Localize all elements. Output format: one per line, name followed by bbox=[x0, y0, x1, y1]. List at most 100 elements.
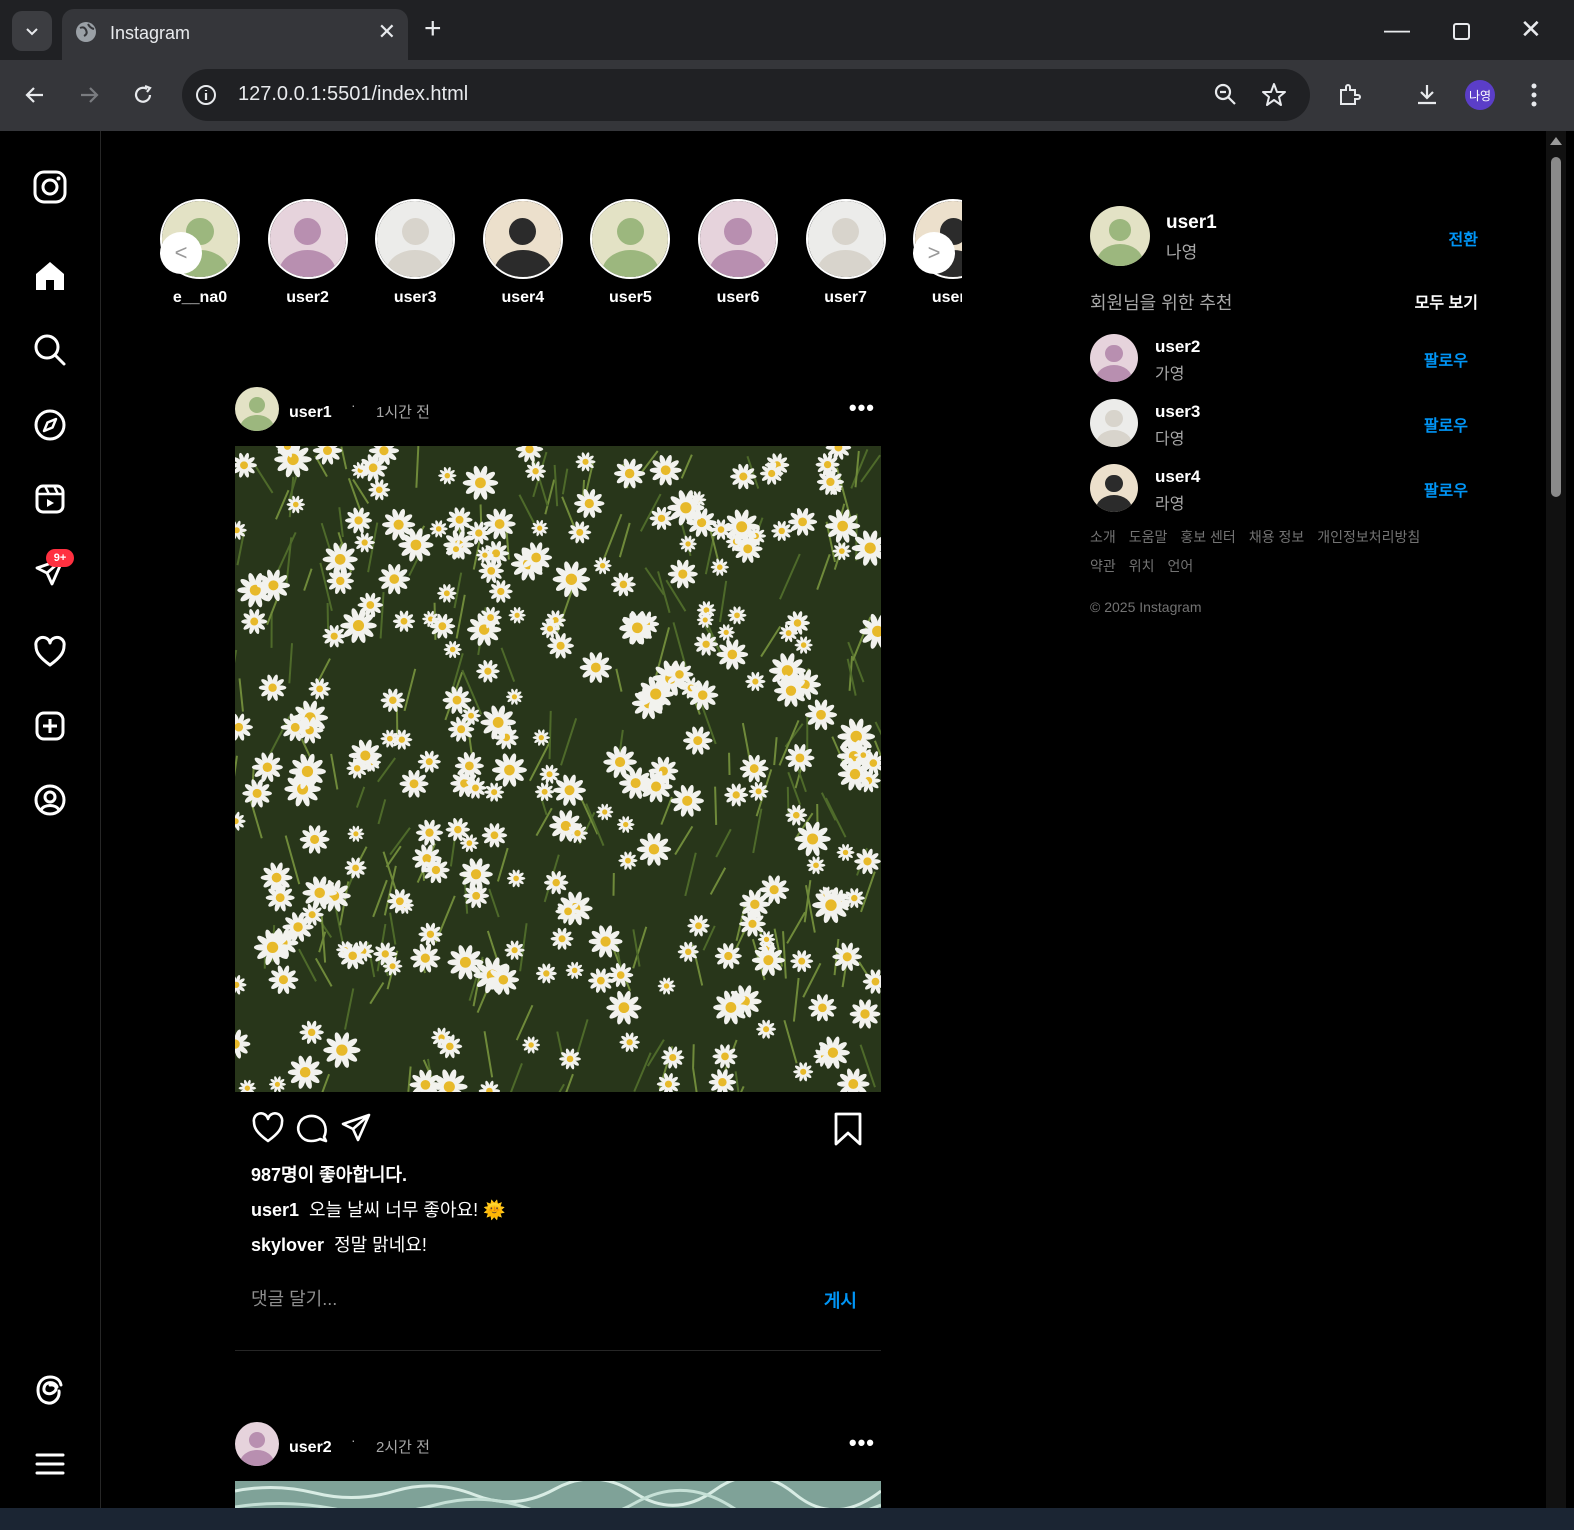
tab-search-button[interactable] bbox=[12, 11, 52, 51]
suggestions-header: 회원님을 위한 추천 모두 보기 bbox=[1090, 289, 1480, 313]
footer-link[interactable]: 개인정보처리방침 bbox=[1317, 529, 1420, 545]
minimize-icon[interactable]: — bbox=[1384, 14, 1410, 44]
follow-button[interactable]: 팔로우 bbox=[1424, 477, 1468, 501]
share-icon[interactable] bbox=[339, 1111, 373, 1145]
menu-icon[interactable] bbox=[30, 1444, 70, 1484]
browser-menu-icon[interactable] bbox=[1517, 78, 1551, 112]
avatar[interactable] bbox=[1090, 334, 1138, 382]
download-icon[interactable] bbox=[1410, 78, 1444, 112]
explore-icon[interactable] bbox=[30, 405, 70, 445]
stories-prev-button[interactable]: < bbox=[160, 232, 202, 274]
suggestion-username[interactable]: user4 bbox=[1155, 467, 1200, 487]
suggestion-full-name: 가영 bbox=[1155, 366, 1185, 383]
suggestions-title: 회원님을 위한 추천 bbox=[1090, 293, 1233, 313]
post-image[interactable] bbox=[235, 1481, 881, 1508]
current-username[interactable]: user1 bbox=[1166, 212, 1217, 234]
copyright: © 2025 Instagram bbox=[1090, 599, 1202, 615]
back-icon[interactable] bbox=[18, 78, 52, 112]
avatar[interactable] bbox=[235, 1422, 279, 1466]
comment-input[interactable]: 댓글 달기... bbox=[251, 1285, 337, 1311]
save-bookmark-icon[interactable] bbox=[831, 1111, 865, 1147]
notifications-icon[interactable] bbox=[30, 632, 70, 672]
reload-icon[interactable] bbox=[126, 78, 160, 112]
story-avatar[interactable] bbox=[267, 199, 348, 279]
suggestion-username[interactable]: user2 bbox=[1155, 337, 1200, 357]
see-all-button[interactable]: 모두 보기 bbox=[1415, 289, 1478, 313]
comment-item: skylover 정말 맑네요! bbox=[251, 1231, 427, 1257]
comment-input-row: 댓글 달기... 게시 bbox=[251, 1281, 861, 1311]
footer-link[interactable]: 채용 정보 bbox=[1249, 529, 1304, 545]
post-divider bbox=[235, 1350, 881, 1351]
os-taskbar bbox=[0, 1508, 1574, 1530]
like-heart-icon[interactable] bbox=[251, 1111, 285, 1145]
home-icon[interactable] bbox=[30, 256, 70, 296]
story-avatar[interactable] bbox=[482, 199, 563, 279]
more-options-icon[interactable]: ••• bbox=[849, 1430, 875, 1456]
zoom-icon[interactable] bbox=[1212, 81, 1240, 109]
story-username: user7 bbox=[824, 289, 867, 306]
avatar[interactable] bbox=[1090, 399, 1138, 447]
follow-button[interactable]: 팔로우 bbox=[1424, 347, 1468, 371]
story-avatar[interactable] bbox=[698, 199, 778, 279]
story-username: user3 bbox=[393, 289, 437, 306]
url-text[interactable]: 127.0.0.1:5501/index.html bbox=[238, 83, 468, 106]
post-image[interactable] bbox=[235, 446, 881, 1092]
post-username[interactable]: user2 bbox=[289, 1439, 332, 1457]
footer-link[interactable]: 소개 bbox=[1090, 529, 1116, 545]
forward-icon[interactable] bbox=[72, 78, 106, 112]
close-window-icon[interactable]: ✕ bbox=[1520, 14, 1542, 44]
avatar[interactable] bbox=[235, 387, 279, 431]
bookmark-star-icon[interactable] bbox=[1260, 81, 1288, 109]
site-info-icon[interactable] bbox=[194, 83, 218, 107]
browser-tab[interactable]: Instagram ✕ bbox=[62, 9, 408, 60]
footer-link[interactable]: 홍보 센터 bbox=[1180, 529, 1235, 545]
footer-link[interactable]: 위치 bbox=[1129, 558, 1155, 574]
comment-icon[interactable] bbox=[295, 1111, 329, 1145]
comment-username[interactable]: skylover bbox=[251, 1235, 324, 1255]
page-scrollbar[interactable] bbox=[1546, 131, 1566, 1508]
post-header: user1 · 1시간 전 ••• bbox=[235, 387, 881, 431]
likes-count[interactable]: 987명이 좋아합니다. bbox=[251, 1161, 407, 1187]
maximize-icon[interactable] bbox=[1452, 18, 1472, 48]
suggestion-item: user4 라영 팔로우 bbox=[1090, 464, 1480, 514]
caption: user1 오늘 날씨 너무 좋아요! 🌞 bbox=[251, 1196, 506, 1222]
threads-icon[interactable] bbox=[30, 1370, 70, 1410]
switch-account-button[interactable]: 전환 bbox=[1449, 226, 1478, 250]
story-item[interactable]: user4 bbox=[473, 197, 573, 307]
tab-close-icon[interactable]: ✕ bbox=[378, 19, 396, 45]
avatar[interactable] bbox=[1090, 206, 1150, 266]
extensions-icon[interactable] bbox=[1333, 78, 1367, 112]
story-item[interactable]: user6 bbox=[688, 197, 788, 307]
address-bar[interactable]: 127.0.0.1:5501/index.html bbox=[182, 69, 1310, 121]
story-item[interactable]: user7 bbox=[796, 197, 896, 307]
post-comment-button[interactable]: 게시 bbox=[824, 1287, 857, 1313]
story-avatar[interactable] bbox=[805, 199, 886, 279]
create-icon[interactable] bbox=[30, 706, 70, 746]
stories-next-button[interactable]: > bbox=[913, 232, 955, 274]
avatar[interactable] bbox=[1090, 464, 1138, 512]
profile-icon[interactable] bbox=[30, 780, 70, 820]
new-tab-icon[interactable]: + bbox=[424, 14, 442, 44]
caption-username[interactable]: user1 bbox=[251, 1200, 299, 1220]
post-time: 1시간 전 bbox=[376, 404, 430, 421]
instagram-logo-icon[interactable] bbox=[30, 167, 70, 207]
browser-profile-avatar[interactable]: 나영 bbox=[1465, 80, 1495, 110]
caption-text: 오늘 날씨 너무 좋아요! 🌞 bbox=[309, 1200, 506, 1220]
reels-icon[interactable] bbox=[30, 479, 70, 519]
more-options-icon[interactable]: ••• bbox=[849, 395, 875, 421]
story-username: user8 bbox=[931, 289, 962, 306]
separator-dot: · bbox=[351, 397, 356, 413]
story-item[interactable]: user2 bbox=[258, 197, 358, 307]
story-username: user2 bbox=[286, 289, 329, 306]
suggestion-username[interactable]: user3 bbox=[1155, 402, 1200, 422]
story-item[interactable]: user3 bbox=[365, 197, 465, 307]
post-username[interactable]: user1 bbox=[289, 404, 332, 422]
story-item[interactable]: user5 bbox=[580, 197, 680, 307]
search-icon[interactable] bbox=[30, 330, 70, 370]
story-avatar[interactable] bbox=[590, 199, 671, 279]
footer-link[interactable]: 약관 bbox=[1090, 558, 1116, 574]
footer-link[interactable]: 도움말 bbox=[1129, 529, 1168, 545]
follow-button[interactable]: 팔로우 bbox=[1424, 412, 1468, 436]
footer-link[interactable]: 언어 bbox=[1168, 558, 1194, 574]
story-avatar[interactable] bbox=[375, 199, 456, 279]
